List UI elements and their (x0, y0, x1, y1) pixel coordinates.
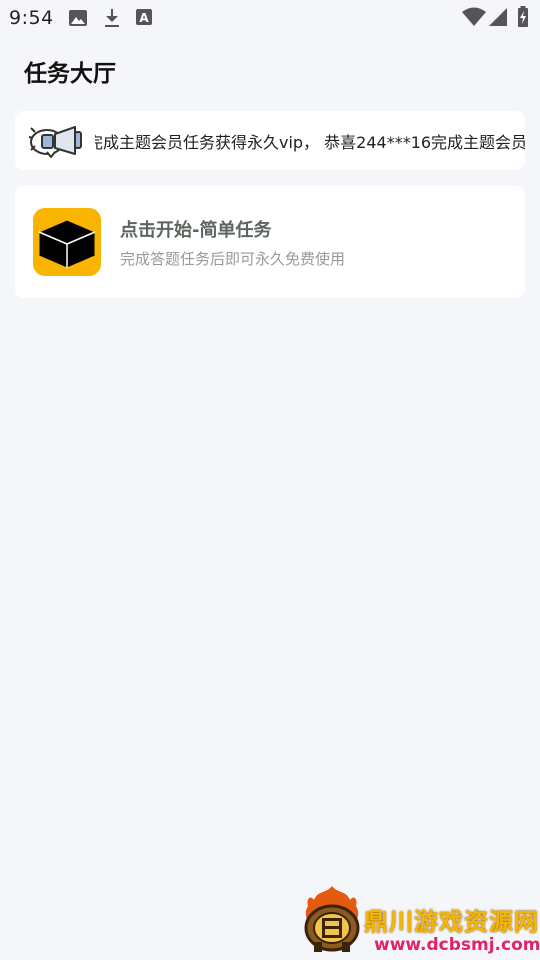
watermark-logo (300, 882, 364, 960)
task-card-simple[interactable]: 点击开始-简单任务 完成答题任务后即可永久免费使用 (15, 186, 525, 298)
watermark-name: 鼎川游戏资源网 (364, 908, 539, 936)
page-title: 任务大厅 (24, 61, 116, 87)
wifi-icon (462, 7, 486, 31)
notice-banner: 完成主题会员任务获得永久vip， 恭喜244***16完成主题会员任 (15, 111, 525, 170)
task-description: 完成答题任务后即可永久免费使用 (120, 250, 346, 268)
notice-text: 完成主题会员任务获得永久vip， 恭喜244***16完成主题会员任 (95, 133, 525, 152)
download-icon (102, 8, 122, 32)
watermark-url: www.dcbsmj.com (374, 935, 540, 955)
notice-marquee: 完成主题会员任务获得永久vip， 恭喜244***16完成主题会员任 (95, 129, 525, 153)
watermark: 鼎川游戏资源网 www.dcbsmj.com (298, 880, 540, 960)
task-title: 点击开始-简单任务 (120, 220, 272, 241)
battery-charging-icon (517, 6, 529, 32)
status-bar: 9:54 A (0, 0, 540, 36)
font-a-icon: A (135, 8, 153, 30)
cellular-signal-icon (488, 7, 508, 31)
cube-icon (37, 219, 97, 269)
task-app-icon (33, 208, 101, 276)
status-time: 9:54 (9, 7, 54, 29)
svg-text:A: A (139, 11, 149, 25)
image-icon (68, 8, 88, 32)
megaphone-icon (28, 124, 85, 162)
